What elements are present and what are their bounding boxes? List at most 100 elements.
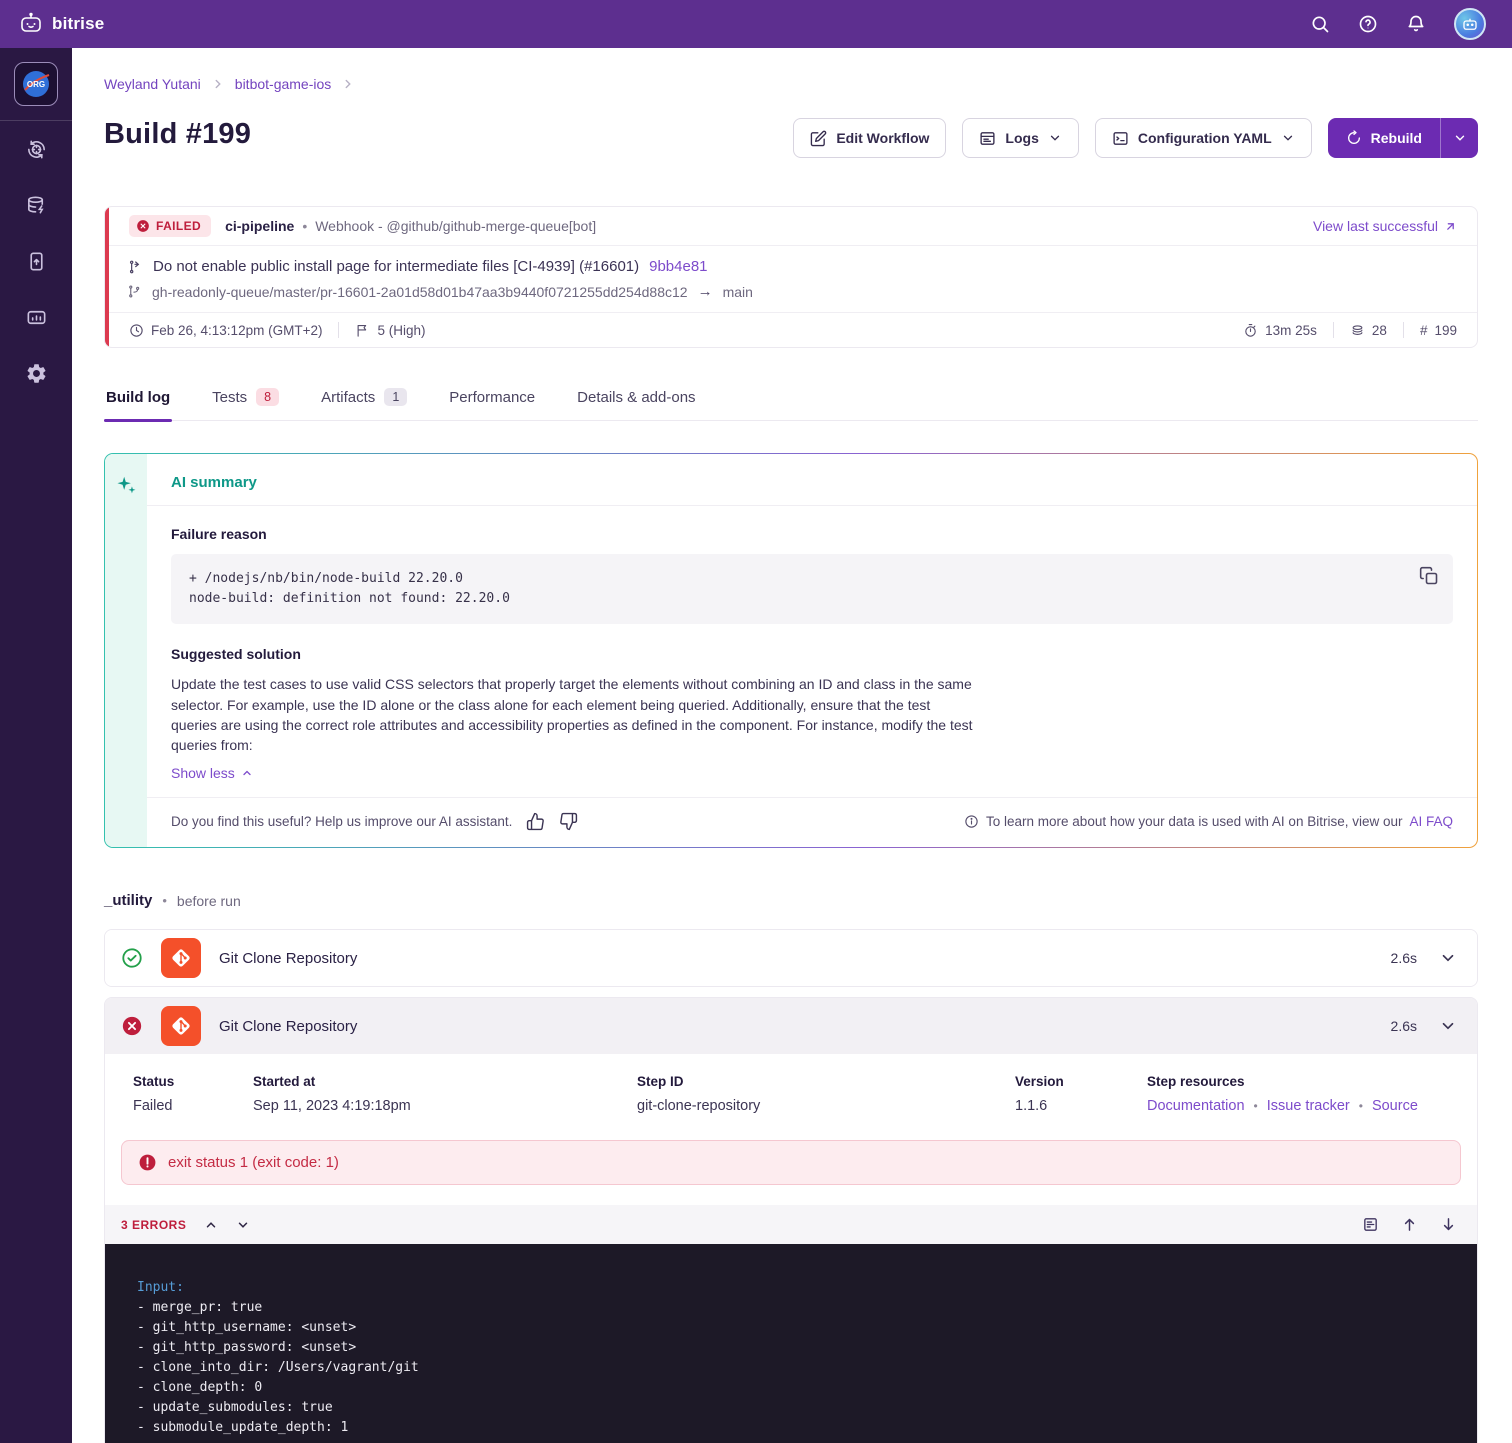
topbar: bitrise xyxy=(0,0,1512,48)
credits-icon xyxy=(1352,324,1363,335)
documentation-link[interactable]: Documentation xyxy=(1147,1098,1245,1114)
detail-value: 1.1.6 xyxy=(1015,1098,1048,1115)
build-duration-label: 13m 25s xyxy=(1265,322,1317,338)
stopwatch-icon xyxy=(1245,323,1256,337)
thumbs-up-icon[interactable] xyxy=(526,812,545,831)
build-meta-left: Feb 26, 4:13:12pm (GMT+2) 5 (High) xyxy=(129,322,425,338)
sidebar-item-settings[interactable] xyxy=(0,345,72,401)
workflow-name: _utility xyxy=(104,892,153,910)
build-log-terminal[interactable]: Input: - merge_pr: true - git_http_usern… xyxy=(105,1244,1477,1443)
artifacts-count-badge: 1 xyxy=(384,388,408,406)
configuration-yaml-button[interactable]: Configuration YAML xyxy=(1094,118,1312,158)
help-icon[interactable] xyxy=(1358,14,1378,34)
show-less-link[interactable]: Show less xyxy=(171,765,1453,781)
dot-separator: • xyxy=(1358,1099,1363,1114)
step-duration: 2.6s xyxy=(1390,950,1417,967)
ai-data-notice-text: To learn more about how your data is use… xyxy=(986,814,1403,830)
commit-hash-link[interactable]: 9bb4e81 xyxy=(649,258,707,275)
full-log-icon[interactable] xyxy=(1362,1216,1379,1233)
step-card-success: Git Clone Repository 2.6s xyxy=(104,929,1478,988)
user-avatar[interactable] xyxy=(1454,8,1486,40)
git-logo-icon xyxy=(172,1017,190,1036)
tab-performance[interactable]: Performance xyxy=(447,384,537,420)
release-management-icon xyxy=(29,252,43,270)
notifications-bell-icon[interactable] xyxy=(1406,14,1426,34)
logs-icon xyxy=(980,131,995,145)
tab-tests[interactable]: Tests 8 xyxy=(210,384,281,420)
edit-workflow-button[interactable]: Edit Workflow xyxy=(793,118,947,158)
logs-label: Logs xyxy=(1005,130,1039,146)
previous-error-chevron-up-icon[interactable] xyxy=(204,1218,218,1232)
next-error-chevron-down-icon[interactable] xyxy=(236,1218,250,1232)
sidebar-item-insights[interactable] xyxy=(0,289,72,345)
status-badge: FAILED xyxy=(129,215,212,237)
build-date: Feb 26, 4:13:12pm (GMT+2) xyxy=(129,323,322,338)
pipeline-name[interactable]: ci-pipeline xyxy=(225,218,294,234)
bitrise-bot-icon xyxy=(21,12,41,32)
bitrise-logo[interactable]: bitrise xyxy=(18,11,104,37)
build-credits-label: 28 xyxy=(1371,322,1387,338)
ai-data-notice: To learn more about how your data is use… xyxy=(964,814,1453,829)
commit-message: Do not enable public install page for in… xyxy=(153,258,640,275)
code-line: + /nodejs/nb/bin/node-build 22.20.0 xyxy=(189,571,463,586)
detail-label: Step resources xyxy=(1147,1074,1245,1090)
view-last-successful-label: View last successful xyxy=(1312,218,1438,234)
breadcrumb-app[interactable]: bitbot-game-ios xyxy=(235,76,332,92)
search-icon[interactable] xyxy=(1310,14,1330,34)
sidebar-item-release-management[interactable] xyxy=(0,233,72,289)
sidebar-item-ci[interactable] xyxy=(0,121,72,177)
log-line: - git_http_username: <unset> xyxy=(137,1320,357,1336)
code-line: node-build: definition not found: 22.20.… xyxy=(189,591,510,607)
scroll-to-top-arrow-icon[interactable] xyxy=(1401,1216,1418,1233)
org-logo-icon: ORG xyxy=(23,71,50,97)
build-priority: 5 (High) xyxy=(355,323,425,338)
breadcrumb-org[interactable]: Weyland Yutani xyxy=(104,76,201,92)
sidebar-item-build-cache[interactable] xyxy=(0,177,72,233)
error-exclamation-icon xyxy=(139,1155,156,1171)
edit-pencil-icon xyxy=(811,130,827,146)
detail-resources: Step resources Documentation • Issue tra… xyxy=(1147,1074,1418,1114)
page-title: Build #199 xyxy=(104,118,252,150)
source-link[interactable]: Source xyxy=(1372,1098,1418,1114)
step-details: Status Failed Started at Sep 11, 2023 4:… xyxy=(105,1054,1477,1140)
failed-x-circle-icon xyxy=(137,220,149,232)
logs-button[interactable]: Logs xyxy=(962,118,1079,158)
detail-status: Status Failed xyxy=(133,1074,253,1114)
detail-started-at: Started at Sep 11, 2023 4:19:18pm xyxy=(253,1074,637,1114)
issue-tracker-link[interactable]: Issue tracker xyxy=(1267,1098,1350,1114)
chevron-down-icon[interactable] xyxy=(1439,949,1457,967)
chevron-down-icon[interactable] xyxy=(1439,1017,1457,1035)
tab-artifacts[interactable]: Artifacts 1 xyxy=(319,384,409,420)
detail-value: git-clone-repository xyxy=(637,1098,761,1115)
thumbs-down-icon[interactable] xyxy=(559,812,578,831)
build-date-label: Feb 26, 4:13:12pm (GMT+2) xyxy=(151,322,323,338)
brand-name: bitrise xyxy=(52,14,105,33)
scroll-to-bottom-arrow-icon[interactable] xyxy=(1440,1216,1457,1233)
detail-label: Version xyxy=(1015,1074,1064,1090)
rebuild-options-caret[interactable] xyxy=(1440,118,1478,158)
tab-label: Tests xyxy=(212,388,248,406)
configuration-yaml-label: Configuration YAML xyxy=(1137,130,1272,146)
page: bitrise ORG Weyland Yutani bitbot-game-i… xyxy=(0,0,1512,1443)
tests-count-badge: 8 xyxy=(256,388,280,406)
clock-icon xyxy=(130,323,143,337)
log-controls-bar: 3 ERRORS xyxy=(105,1205,1477,1245)
step-row[interactable]: Git Clone Repository 2.6s xyxy=(105,930,1477,987)
tab-label: Details & add-ons xyxy=(577,388,696,406)
build-number: # 199 xyxy=(1420,323,1457,338)
ai-feedback-text: Do you find this useful? Help us improve… xyxy=(171,814,513,830)
org-avatar[interactable]: ORG xyxy=(14,62,58,106)
merge-queue-icon xyxy=(129,260,140,273)
build-cache-icon xyxy=(27,195,44,213)
source-branch: gh-readonly-queue/master/pr-16601-2a01d5… xyxy=(152,283,688,300)
suggested-solution-text: Update the test cases to use valid CSS s… xyxy=(171,676,973,754)
step-row[interactable]: Git Clone Repository 2.6s xyxy=(105,998,1477,1055)
copy-icon[interactable] xyxy=(1419,566,1439,586)
breadcrumb: Weyland Yutani bitbot-game-ios xyxy=(104,76,1478,92)
tab-details-addons[interactable]: Details & add-ons xyxy=(575,384,697,420)
error-alert: exit status 1 (exit code: 1) xyxy=(121,1140,1461,1186)
view-last-successful-link[interactable]: View last successful xyxy=(1313,218,1457,234)
ai-faq-link[interactable]: AI FAQ xyxy=(1409,814,1453,829)
rebuild-button[interactable]: Rebuild xyxy=(1327,118,1440,158)
tab-build-log[interactable]: Build log xyxy=(104,384,173,422)
